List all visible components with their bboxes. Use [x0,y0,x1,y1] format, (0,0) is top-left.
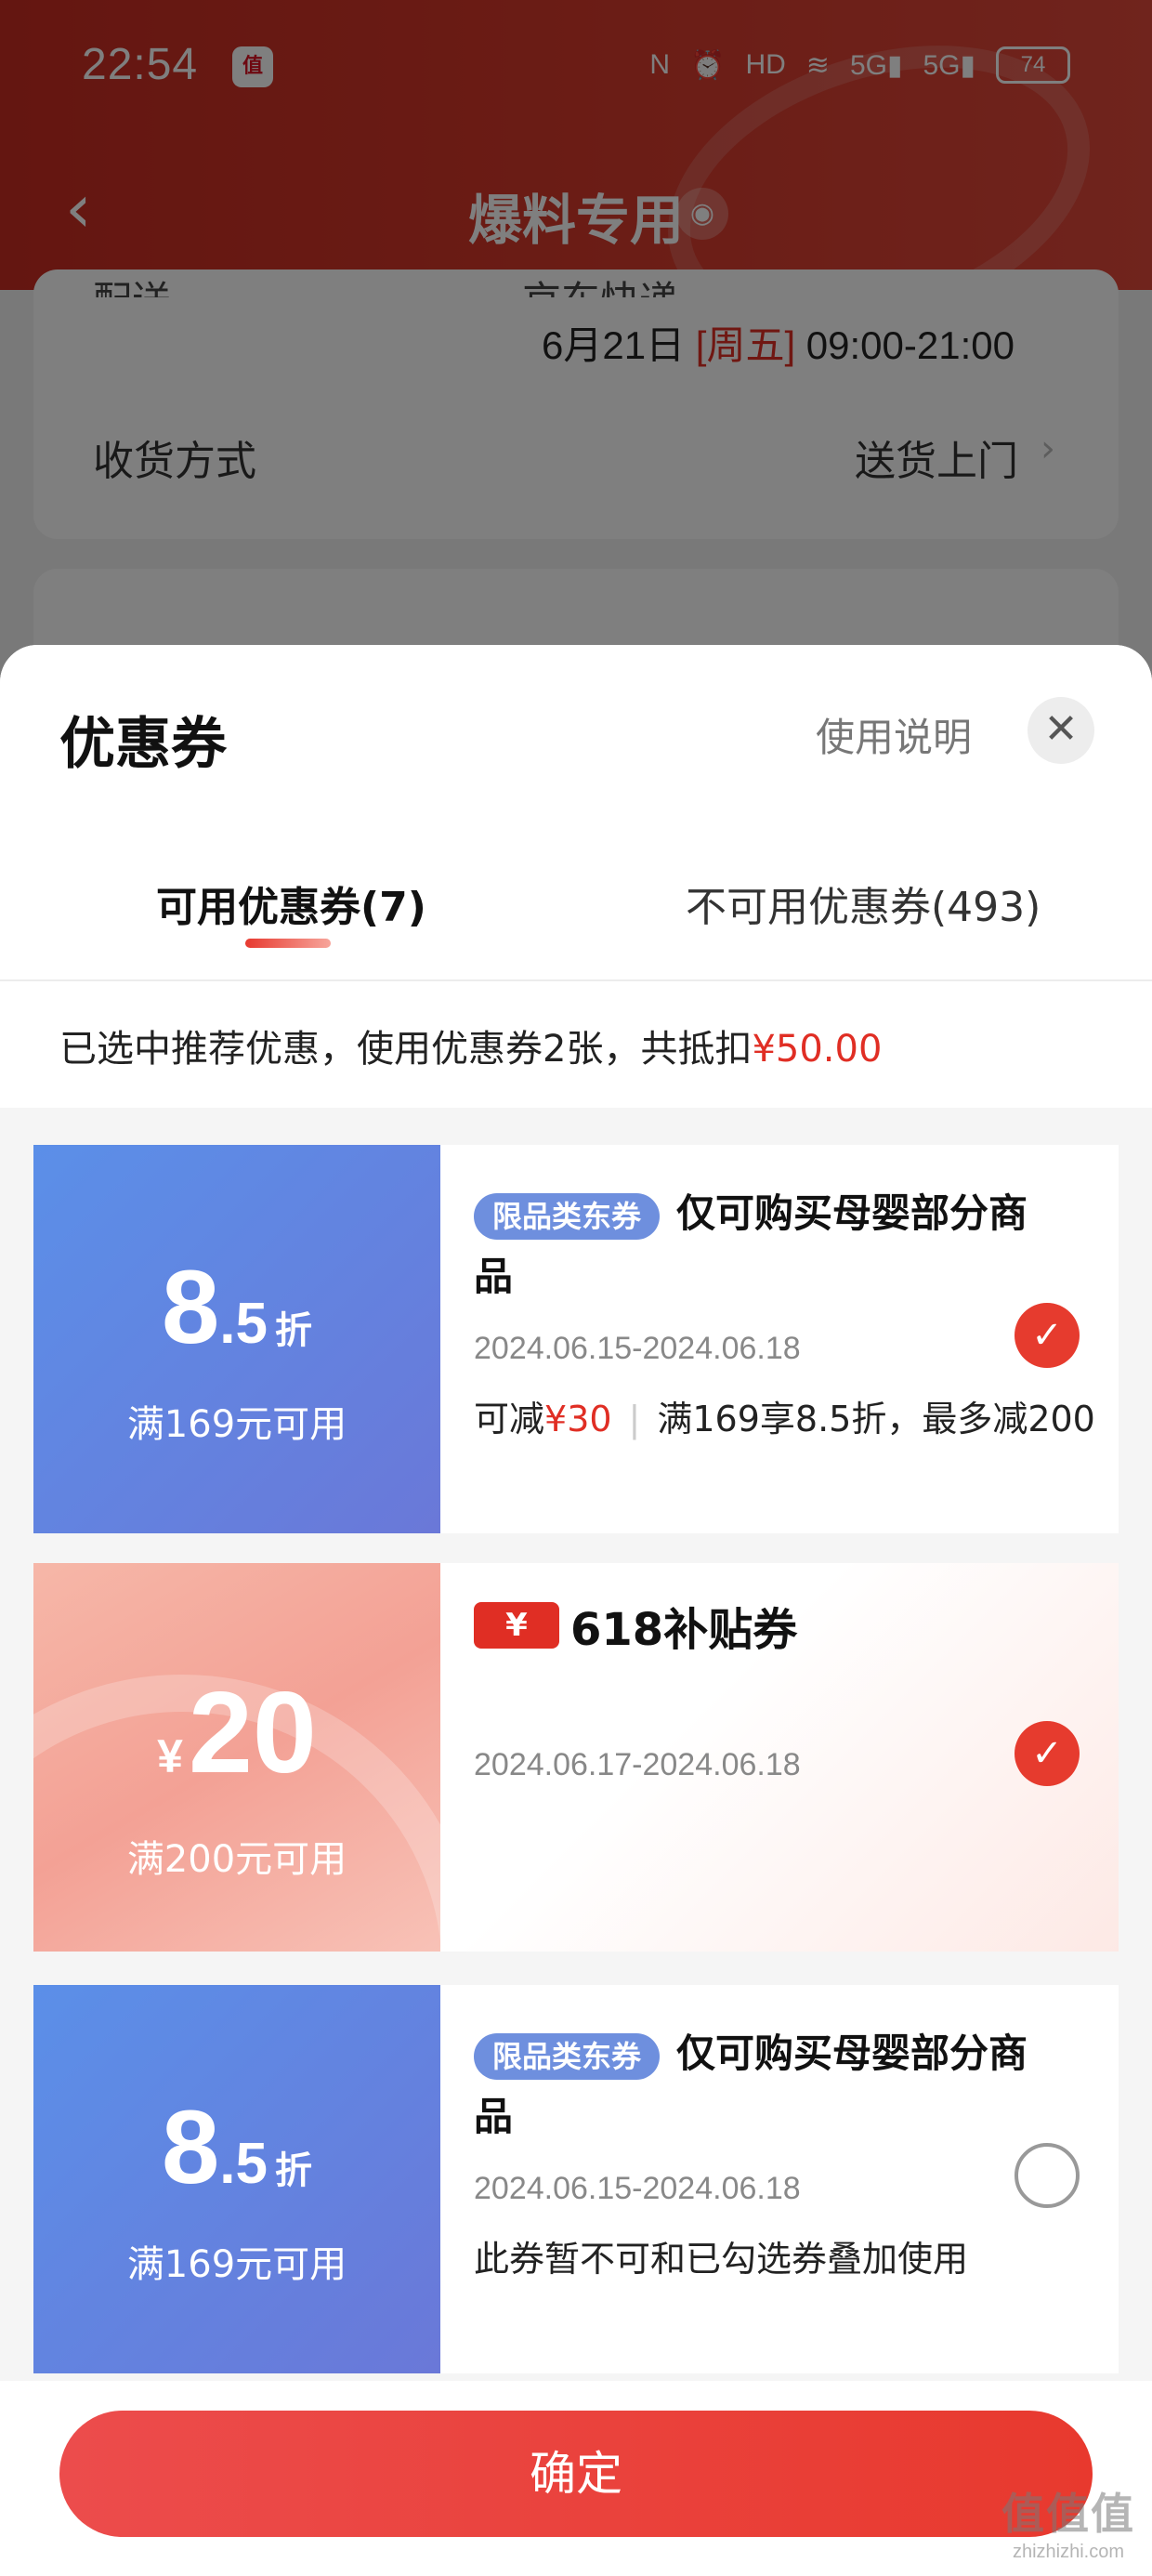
selection-summary: 已选中推荐优惠，使用优惠券2张，共抵扣¥50.00 [0,981,1152,1108]
coupon-value-panel: 8.5 折 满169元可用 [33,1145,440,1533]
discount-integer: 8 [161,2089,220,2205]
checked-icon[interactable]: ✓ [1015,1721,1080,1786]
currency-symbol: ¥ [157,1730,183,1782]
confirm-button[interactable]: 确定 [59,2411,1093,2537]
discount-decimal: .5 [219,1292,268,1356]
close-button[interactable]: ✕ [1028,697,1094,764]
bottom-action-bar: 确定 [0,2381,1152,2576]
tab-unavailable-coupons[interactable]: 不可用优惠券(493) [686,874,1041,933]
detail-separator: | [628,1399,641,1439]
watermark-url: zhizhizhi.com [1012,2542,1125,2562]
coupon-validity: 2024.06.15-2024.06.18 [474,2171,801,2206]
coupon-tag: 限品类东券 [474,1192,661,1240]
coupon-detail: 可减¥30 | 满169享8.5折，最多减200... [474,1390,1096,1441]
coupon-tag: 限品类东券 [474,2032,661,2080]
coupon-validity: 2024.06.15-2024.06.18 [474,1331,801,1366]
site-watermark: 值值值 zhizhizhi.com [1001,2480,1135,2563]
usage-instructions-link[interactable]: 使用说明 [816,706,972,763]
coupon-sheet: 优惠券 使用说明 ✕ 可用优惠券(7) 不可用优惠券(493) 已选中推荐优惠，… [0,645,1152,2576]
tab-available-coupons[interactable]: 可用优惠券(7) [156,874,426,933]
summary-amount: ¥50.00 [752,1028,883,1071]
coupon-info: ¥ 618补贴券 2024.06.17-2024.06.18 ✓ [474,1563,1119,1952]
coupon-value-panel: ¥20 满200元可用 [33,1563,479,1952]
brand-label: 618补贴券 [570,1604,798,1656]
yen-badge-icon: ¥ [474,1602,559,1649]
sheet-title: 优惠券 [59,712,227,777]
coupon-discount: 8.5 折 [33,2087,440,2207]
sheet-header: 优惠券 使用说明 ✕ 可用优惠券(7) 不可用优惠券(493) [0,645,1152,979]
subsidy-coupon-brand: ¥ 618补贴券 [474,1593,797,1658]
discount-unit: 折 [275,1310,312,1351]
coupon-condition: 满200元可用 [126,1838,347,1881]
detail-rule: 满169享8.5折，最多减200... [657,1399,1096,1439]
discount-unit: 折 [275,2150,312,2191]
checked-icon[interactable]: ✓ [1015,1303,1080,1368]
coupon-title: 限品类东券 仅可购买母婴部分商品 [474,2022,1031,2149]
coupon-card[interactable]: 8.5 折 满169元可用 限品类东券 仅可购买母婴部分商品 2024.06.15-… [33,1985,1119,2373]
coupon-card[interactable]: ¥20 满200元可用 ¥ 618补贴券 2024.06.17-2024.06.… [33,1563,1119,1952]
coupon-condition: 满169元可用 [126,1403,347,1446]
coupon-note: 此券暂不可和已勾选券叠加使用 [474,2239,969,2280]
coupon-info: 限品类东券 仅可购买母婴部分商品 2024.06.15-2024.06.18 此券… [474,1985,1119,2373]
coupon-value-panel: 8.5 折 满169元可用 [33,1985,440,2373]
coupon-amount: ¥20 [33,1667,440,1799]
coupon-card[interactable]: 8.5 折 满169元可用 限品类东券 仅可购买母婴部分商品 2024.06.15-… [33,1145,1119,1533]
summary-text: 已选中推荐优惠，使用优惠券2张，共抵扣¥50.00 [59,1019,882,1072]
discount-integer: 8 [161,1249,220,1365]
coupon-info: 限品类东券 仅可购买母婴部分商品 2024.06.15-2024.06.18 可减… [474,1145,1119,1533]
watermark-logo: 值值值 [1001,2490,1135,2538]
unchecked-circle-icon[interactable] [1015,2143,1080,2208]
discount-decimal: .5 [219,2132,268,2196]
detail-prefix: 可减 [474,1399,545,1439]
summary-prefix: 已选中推荐优惠，使用优惠券2张，共抵扣 [59,1028,753,1071]
coupon-condition: 满169元可用 [126,2243,347,2286]
detail-amount: ¥30 [544,1399,612,1439]
amount-value: 20 [188,1669,317,1797]
coupon-discount: 8.5 折 [33,1247,440,1367]
active-tab-indicator [245,939,331,948]
coupon-validity: 2024.06.17-2024.06.18 [474,1747,801,1782]
coupon-title: 限品类东券 仅可购买母婴部分商品 [474,1182,1031,1308]
